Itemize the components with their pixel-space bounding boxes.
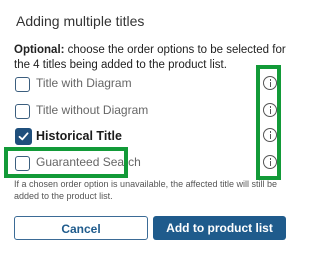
add-to-product-list-button[interactable]: Add to product list [153, 216, 286, 240]
adding-multiple-titles-dialog: Adding multiple titles Optional: choose … [0, 0, 300, 255]
option-label: Historical Title [36, 129, 122, 143]
highlight-box-historical-title [4, 147, 128, 178]
unavailable-option-note: If a chosen order option is unavailable,… [14, 179, 277, 201]
option-label: Title without Diagram [36, 103, 149, 117]
option-title-without-diagram[interactable]: Title without Diagram [12, 101, 294, 125]
cancel-button[interactable]: Cancel [14, 216, 148, 240]
checkbox-title-without-diagram[interactable] [15, 104, 30, 119]
intro-optional-label: Optional: [14, 44, 65, 56]
dialog-title: Adding multiple titles [16, 13, 145, 29]
dialog-intro: Optional: choose the order options to be… [14, 43, 290, 73]
option-title-with-diagram[interactable]: Title with Diagram [12, 74, 294, 98]
checkbox-historical-title[interactable] [15, 128, 32, 145]
checkmark-icon [18, 132, 29, 141]
highlight-box-info-icons [256, 65, 281, 180]
option-label: Title with Diagram [36, 76, 132, 90]
checkbox-title-with-diagram[interactable] [15, 77, 30, 92]
